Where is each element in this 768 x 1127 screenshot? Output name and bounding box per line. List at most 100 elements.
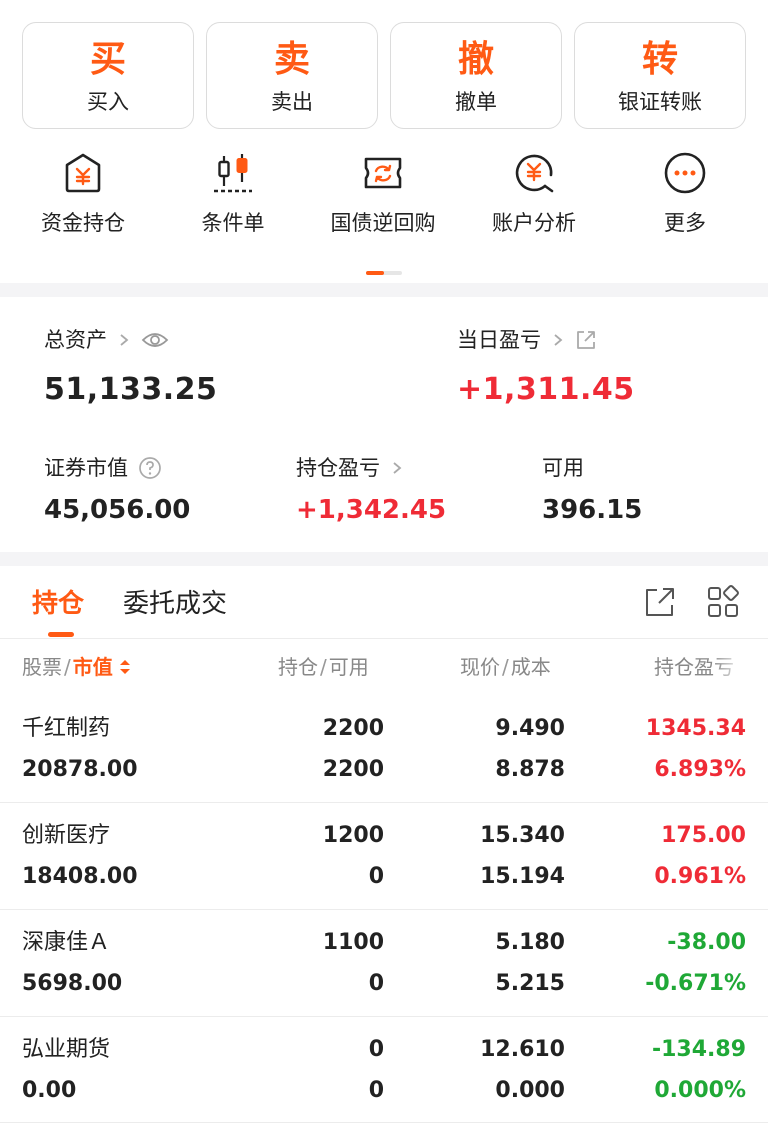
price-cell: 12.610 — [480, 1037, 565, 1062]
pl-cell: 1345.34 — [645, 716, 746, 741]
pl-percent-cell: 0.000% — [654, 1078, 746, 1103]
quick-item-fund-position[interactable]: 资金持仓 — [8, 148, 158, 248]
column-separator: / — [64, 655, 71, 679]
quick-item-reverse-repo[interactable]: 国债逆回购 — [308, 148, 458, 248]
market-value-cell: 20878.00 — [22, 757, 138, 782]
position-cell: 1100 — [322, 930, 384, 955]
eye-icon[interactable] — [141, 330, 169, 350]
chevron-right-icon — [393, 462, 402, 474]
pl-percent-cell: 6.893% — [654, 757, 746, 782]
condition-order-icon — [214, 154, 252, 193]
daily-pl-label: 当日盈亏 — [457, 328, 541, 352]
market-value-sort-label: 市值 — [72, 655, 113, 679]
price-cell: 15.340 — [480, 823, 565, 848]
quick-item-label: 国债逆回购 — [330, 211, 436, 235]
total-assets-value: 51,133.25 — [44, 372, 218, 407]
market-value-label: 证券市值 — [44, 456, 128, 480]
bank-transfer-button[interactable]: 转 银证转账 — [574, 22, 746, 129]
column-header-pl: 持仓盈亏 — [654, 652, 746, 682]
tab-divider — [0, 638, 768, 639]
quick-item-label: 资金持仓 — [41, 211, 125, 235]
help-icon[interactable] — [138, 456, 162, 480]
pl-percent-cell: 0.961% — [654, 864, 746, 889]
market-value-label-group[interactable]: 证券市值 — [44, 453, 162, 483]
market-value-cell: 0.00 — [22, 1078, 77, 1103]
stock-name: 创新医疗 — [22, 823, 111, 848]
sell-button[interactable]: 卖 卖出 — [206, 22, 378, 129]
pl-column-label: 持仓盈亏 — [654, 655, 734, 679]
available-column-label: 可用 — [328, 655, 369, 679]
pl-percent-cell: -0.671% — [645, 971, 746, 996]
available-cell: 2200 — [322, 757, 384, 782]
transfer-label: 银证转账 — [618, 90, 702, 114]
fund-position-icon — [65, 153, 101, 193]
tab-orders[interactable]: 委托成交 — [123, 586, 227, 622]
price-cell: 9.490 — [495, 716, 565, 741]
position-cell: 1200 — [322, 823, 384, 848]
buy-glyph: 买 — [89, 39, 126, 80]
holdings-panel: 持仓 委托成交 股票 / 市值 持仓 / 可用 现价 / 成本 持仓盈亏 千红制药 2087… — [0, 566, 768, 1127]
cancel-glyph: 撤 — [457, 39, 494, 80]
page-indicator — [366, 271, 402, 275]
position-column-label: 持仓 — [278, 655, 318, 679]
price-cell: 5.180 — [495, 930, 565, 955]
position-pl-value: +1,342.45 — [296, 495, 447, 525]
row-divider — [0, 1122, 768, 1123]
column-header-price: 现价 / 成本 — [460, 652, 551, 682]
quick-item-label: 账户分析 — [492, 211, 576, 235]
quick-item-label: 条件单 — [201, 211, 265, 235]
sort-icon — [120, 660, 131, 674]
trade-panel: 买 买入 卖 卖出 撤 撤单 转 银证转账 资金持仓 条件单 国债逆回购 账户分… — [0, 0, 768, 283]
cost-cell: 8.878 — [495, 757, 565, 782]
table-row[interactable]: 弘业期货 0.00 0 0 12.610 0.000 -134.89 0.000… — [0, 1017, 768, 1123]
stock-name: 弘业期货 — [22, 1037, 111, 1062]
price-column-label: 现价 — [460, 655, 500, 679]
buy-label: 买入 — [87, 90, 129, 114]
quick-item-more[interactable]: 更多 — [610, 148, 760, 248]
column-separator: / — [320, 655, 327, 679]
cost-cell: 15.194 — [480, 864, 565, 889]
grid-view-icon[interactable] — [705, 584, 741, 620]
table-row[interactable]: 创新医疗 18408.00 1200 0 15.340 15.194 175.0… — [0, 803, 768, 909]
column-header-position: 持仓 / 可用 — [278, 652, 369, 682]
position-cell: 0 — [368, 1037, 384, 1062]
available-cell: 0 — [368, 1078, 384, 1103]
available-cell: 0 — [368, 971, 384, 996]
pl-cell: 175.00 — [661, 823, 746, 848]
daily-pl-label-group[interactable]: 当日盈亏 — [457, 325, 597, 355]
cost-cell: 0.000 — [495, 1078, 565, 1103]
quick-item-condition-order[interactable]: 条件单 — [158, 148, 308, 248]
table-row[interactable]: 千红制药 20878.00 2200 2200 9.490 8.878 1345… — [0, 696, 768, 802]
cancel-label: 撤单 — [455, 90, 497, 114]
active-tab-indicator — [48, 632, 74, 637]
available-label: 可用 — [542, 456, 584, 480]
position-pl-label: 持仓盈亏 — [296, 456, 380, 480]
share-external-icon[interactable] — [575, 329, 597, 351]
stock-name: 千红制药 — [22, 716, 111, 741]
more-icon — [664, 152, 706, 194]
position-pl-label-group[interactable]: 持仓盈亏 — [296, 453, 404, 483]
chevron-right-icon — [554, 334, 563, 346]
sell-label: 卖出 — [271, 90, 313, 114]
transfer-glyph: 转 — [641, 39, 678, 80]
position-cell: 2200 — [322, 716, 384, 741]
available-cell: 0 — [368, 864, 384, 889]
available-label-group: 可用 — [542, 453, 584, 483]
reverse-repo-icon — [364, 157, 402, 189]
pl-cell: -134.89 — [651, 1037, 746, 1062]
buy-button[interactable]: 买 买入 — [22, 22, 194, 129]
table-row[interactable]: 深康佳Ａ 5698.00 1100 0 5.180 5.215 -38.00 -… — [0, 910, 768, 1016]
quick-item-account-analysis[interactable]: 账户分析 — [459, 148, 609, 248]
available-value: 396.15 — [542, 495, 643, 525]
column-header-stock[interactable]: 股票 / 市值 — [22, 652, 131, 682]
market-value-cell: 18408.00 — [22, 864, 138, 889]
pl-cell: -38.00 — [667, 930, 746, 955]
cancel-order-button[interactable]: 撤 撤单 — [390, 22, 562, 129]
tab-holdings[interactable]: 持仓 — [32, 586, 84, 622]
sell-glyph: 卖 — [273, 39, 310, 80]
stock-column-label: 股票 — [22, 655, 62, 679]
stock-name: 深康佳Ａ — [22, 930, 111, 955]
total-assets-label-group[interactable]: 总资产 — [44, 325, 169, 355]
share-icon[interactable] — [642, 584, 678, 620]
cost-cell: 5.215 — [495, 971, 565, 996]
